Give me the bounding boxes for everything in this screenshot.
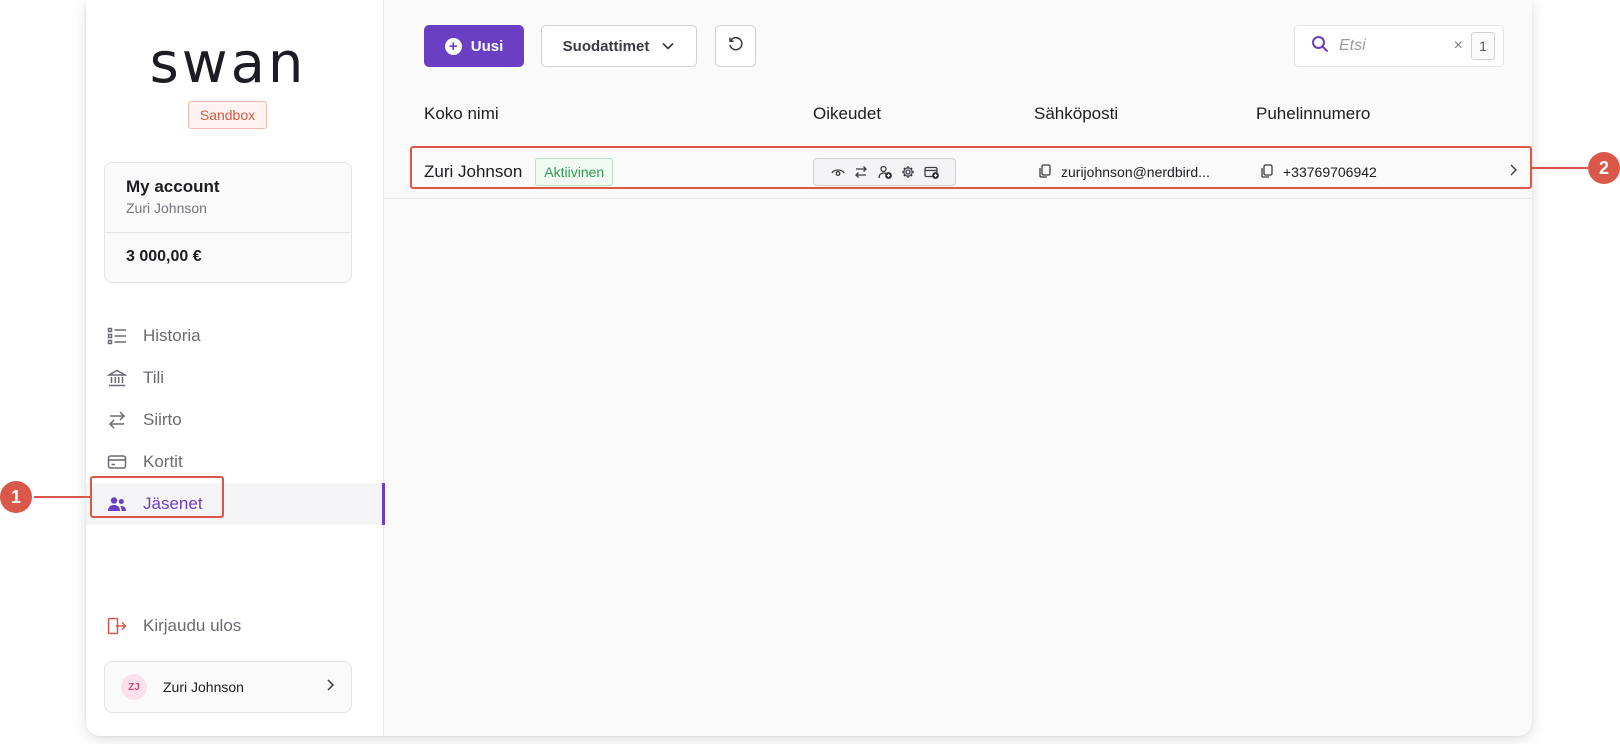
sidebar-item-label: Siirto — [143, 410, 182, 429]
transfer-icon — [107, 410, 127, 430]
filters-button[interactable]: Suodattimet — [541, 25, 697, 67]
main-content: + Uusi Suodattimet × 1 Koko nimi Oikeude… — [384, 0, 1532, 736]
column-header-email: Sähköposti — [1034, 104, 1119, 123]
table-header: Koko nimi Oikeudet Sähköposti Puhelinnum… — [384, 104, 1532, 130]
list-icon — [107, 326, 127, 346]
user-name: Zuri Johnson — [163, 679, 244, 695]
account-holder: Zuri Johnson — [126, 200, 207, 216]
sidebar: swan Sandbox My account Zuri Johnson 3 0… — [86, 0, 385, 736]
close-icon[interactable]: × — [1454, 37, 1463, 55]
search-input[interactable] — [1339, 37, 1454, 55]
sidebar-item-historia[interactable]: Historia — [86, 315, 384, 357]
column-header-name: Koko nimi — [424, 104, 499, 123]
swan-logo[interactable]: swan — [136, 40, 320, 90]
account-title: My account — [126, 177, 220, 196]
new-button-label: Uusi — [470, 37, 504, 55]
annotation-box-2 — [410, 146, 1532, 189]
sidebar-item-siirto[interactable]: Siirto — [86, 399, 384, 441]
refresh-button[interactable] — [715, 25, 756, 67]
account-card[interactable]: My account Zuri Johnson 3 000,00 € — [104, 162, 352, 283]
search-box: × 1 — [1294, 25, 1504, 67]
annotation-badge-1: 1 — [0, 481, 32, 513]
annotation-badge-2: 2 — [1588, 152, 1620, 184]
new-button[interactable]: + Uusi — [424, 25, 524, 67]
logout-button[interactable]: Kirjaudu ulos — [107, 616, 241, 636]
column-header-phone: Puhelinnumero — [1256, 104, 1371, 123]
plus-circle-icon: + — [444, 37, 462, 55]
sidebar-item-label: Historia — [143, 326, 201, 345]
svg-text:swan: swan — [150, 40, 307, 90]
account-balance: 3 000,00 € — [126, 248, 202, 265]
refresh-icon — [727, 35, 745, 57]
annotation-line-2 — [1532, 167, 1588, 169]
bank-icon — [107, 368, 127, 388]
column-header-permissions: Oikeudet — [813, 104, 882, 123]
card-icon — [107, 452, 127, 472]
account-header: My account Zuri Johnson — [105, 163, 351, 233]
chevron-down-icon — [661, 41, 675, 51]
sidebar-item-label: Kortit — [143, 452, 183, 471]
sidebar-item-label: Tili — [143, 368, 165, 387]
avatar: ZJ — [121, 674, 147, 700]
app-window: swan Sandbox My account Zuri Johnson 3 0… — [86, 0, 1532, 736]
user-profile-card[interactable]: ZJ Zuri Johnson — [104, 661, 352, 713]
search-icon — [1311, 35, 1329, 58]
chevron-right-icon — [325, 678, 335, 697]
annotation-box-1 — [90, 476, 224, 518]
sandbox-badge: Sandbox — [188, 101, 267, 129]
sidebar-item-tili[interactable]: Tili — [86, 357, 384, 399]
filter-count-badge: 1 — [1471, 32, 1495, 60]
annotation-line-1 — [34, 496, 90, 498]
filters-button-label: Suodattimet — [562, 37, 650, 55]
logout-icon — [107, 616, 127, 636]
logout-label: Kirjaudu ulos — [143, 616, 242, 635]
